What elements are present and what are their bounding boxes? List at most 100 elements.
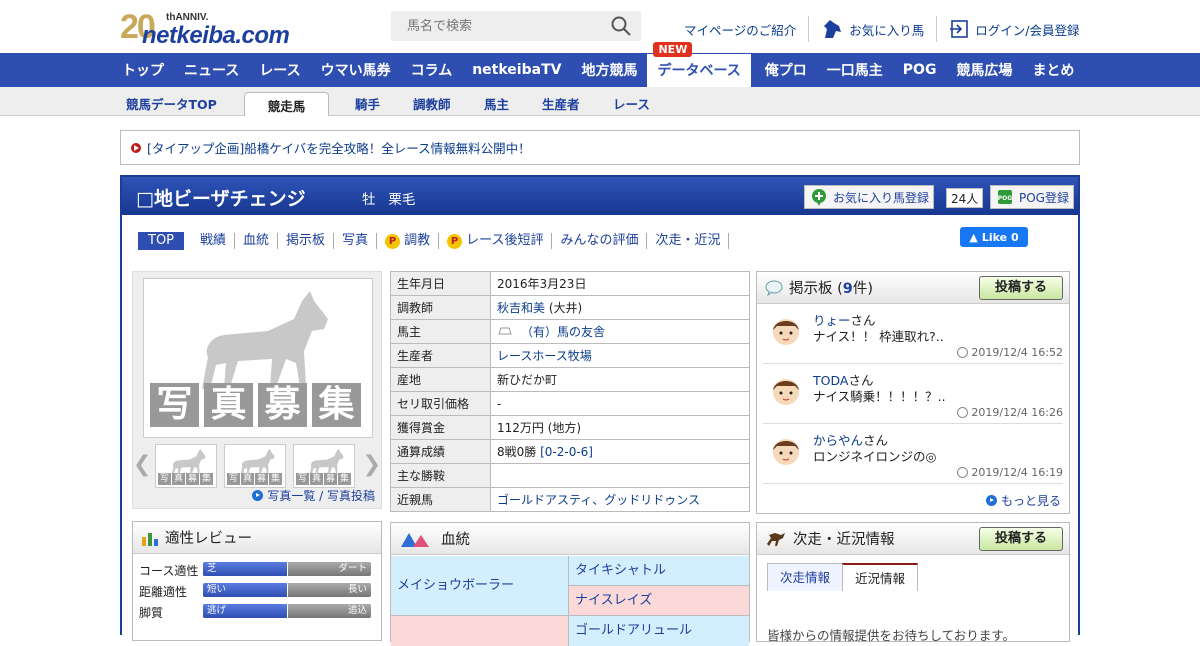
bbs-post-button[interactable]: 投稿する: [979, 276, 1063, 300]
profile-value: 秋吉和美 (大井): [490, 295, 750, 320]
tab-top[interactable]: TOP: [138, 232, 185, 250]
aptitude-bar-midline: [287, 604, 288, 618]
list-item[interactable]: TODAさん ナイス騎乗！！！！？.. 2019/12/4 16:26: [763, 364, 1063, 424]
play-icon: [252, 490, 264, 501]
table-row: 獲得賞金 112万円 (地方): [390, 415, 750, 440]
tab-results[interactable]: 戦績: [192, 233, 236, 249]
gnav-netkeiba-tv[interactable]: netkeibaTV: [472, 62, 561, 78]
favorite-count: 24人: [946, 188, 984, 208]
gnav-column[interactable]: コラム: [411, 60, 453, 80]
site-logo[interactable]: 20 thANNIV. netkeiba.com: [120, 8, 350, 49]
list-item[interactable]: りょーさん ナイス！！ 枠連取れ?.. 2019/12/4 16:52: [763, 304, 1063, 364]
table-row: 生年月日 2016年3月23日: [390, 271, 750, 296]
gnav-chiho-keiba[interactable]: 地方競馬: [581, 60, 637, 80]
pedigree-sire[interactable]: メイショウボーラー: [391, 556, 569, 616]
aptitude-left-label: 芝: [207, 563, 217, 574]
gnav-matome[interactable]: まとめ: [1032, 60, 1074, 80]
owner-link[interactable]: （有）馬の友舎: [521, 325, 605, 339]
notice-link[interactable]: [タイアップ企画]船橋ケイバを完全攻略！全レース情報無料公開中！: [147, 138, 531, 157]
tab-race-comment[interactable]: P レース後短評: [439, 233, 553, 249]
login-link[interactable]: ログイン/会員登録: [949, 19, 1080, 39]
pedigree-dam[interactable]: [391, 616, 569, 646]
breeder-link[interactable]: レースホース牧場: [497, 349, 592, 363]
photo-list-link[interactable]: 写真一覧 / 写真投稿: [252, 487, 375, 504]
subnav-data-top[interactable]: 競馬データTOP: [126, 94, 217, 113]
pedigree-dam-sire[interactable]: ゴールドアリュール: [569, 616, 749, 646]
subnav-jockey[interactable]: 騎手: [355, 94, 380, 113]
chevron-right-icon[interactable]: ❯: [363, 452, 381, 477]
tab-ratings[interactable]: みんなの評価: [552, 233, 648, 249]
photo-thumbnail[interactable]: 写真募集: [155, 444, 217, 488]
favorite-register-button[interactable]: お気に入り馬登録: [804, 185, 934, 209]
new-badge: NEW: [653, 41, 693, 57]
facebook-like-button[interactable]: ▲ Like 0: [960, 227, 1028, 247]
horse-detail: □地ビーザチェンジ 牡 栗毛 お気に入り馬登録 24人 POG POG登録 TO…: [120, 175, 1080, 646]
pedigree-sire-sire[interactable]: タイキシャトル: [569, 556, 749, 586]
pedigree-title: 血統: [441, 532, 470, 548]
subnav-trainer[interactable]: 調教師: [413, 94, 451, 113]
record-link[interactable]: [0-2-0-6]: [540, 445, 593, 459]
gnav-news[interactable]: ニュース: [184, 60, 239, 80]
thumb-char: 写: [158, 473, 171, 485]
next-race-header: 次走・近況情報 投稿する: [757, 523, 1069, 555]
tab-bbs[interactable]: 掲示板: [278, 233, 335, 249]
pedigree-sire-dam[interactable]: ナイスレイズ: [569, 586, 749, 616]
aptitude-bar: 芝 ダート: [203, 562, 371, 576]
subnav-horse[interactable]: 競走馬: [244, 92, 329, 116]
horse-title-bar: □地ビーザチェンジ 牡 栗毛 お気に入り馬登録 24人 POG POG登録: [122, 177, 1078, 215]
bbs-more-link[interactable]: もっと見る: [985, 492, 1061, 509]
tab-next-race-info[interactable]: 次走情報: [767, 563, 844, 591]
gnav-race[interactable]: レース: [259, 60, 300, 80]
profile-value: 新ひだか町: [490, 367, 750, 392]
relatives-link[interactable]: ゴールドアスティ、グッドリドゥンス: [497, 493, 700, 507]
horse-attributes: 牡 栗毛: [362, 188, 415, 208]
horse-photo-placeholder[interactable]: 写 真 募 集: [143, 278, 373, 438]
post-time-text: 2019/12/4 16:26: [971, 406, 1063, 419]
gnav-database[interactable]: NEW データベース: [647, 41, 751, 87]
horse-color: 栗毛: [388, 192, 416, 208]
chevron-left-icon[interactable]: ❮: [133, 452, 151, 477]
gnav-orepro[interactable]: 俺プロ: [765, 60, 807, 80]
photo-thumbnail[interactable]: 写真募集: [224, 444, 286, 488]
subnav-owner[interactable]: 馬主: [484, 94, 509, 113]
favorites-link[interactable]: お気に入り馬: [821, 18, 924, 40]
mypage-link[interactable]: マイページのご紹介: [684, 20, 796, 39]
search-box: [391, 11, 641, 41]
photo-panel: 写 真 募 集 ❮ 写真募集 写真募集 写真募集 ❯ 写真一覧 / 写真投稿: [132, 271, 382, 509]
tab-next-race[interactable]: 次走・近況: [647, 233, 730, 249]
table-row: セリ取引価格 -: [390, 391, 750, 416]
tab-pedigree[interactable]: 血統: [235, 233, 279, 249]
thumb-char: 募: [255, 473, 268, 485]
search-input[interactable]: [391, 11, 601, 41]
subnav-race[interactable]: レース: [613, 94, 650, 113]
review-label: コース適性: [139, 564, 199, 578]
table-row: 通算成績 8戦0勝 [0-2-0-6]: [390, 439, 750, 464]
bbs-panel: 掲示板 (9件) 投稿する りょーさん ナイス！！ 枠連取れ?.. 2019/1…: [756, 271, 1070, 514]
profile-key: 主な勝鞍: [390, 463, 491, 488]
profile-value-text: -: [497, 396, 502, 411]
gnav-keiba-hiroba[interactable]: 競馬広場: [956, 60, 1012, 80]
trainer-link[interactable]: 秋吉和美: [497, 301, 545, 315]
tab-photo[interactable]: 写真: [334, 233, 378, 249]
search-icon[interactable]: [611, 16, 631, 36]
gnav-umai-baken[interactable]: ウマい馬券: [321, 60, 391, 80]
favorite-register-label: お気に入り馬登録: [833, 190, 930, 205]
profile-key: 産地: [390, 367, 491, 392]
gnav-pog[interactable]: POG: [903, 62, 937, 78]
photo-wanted-char: 募: [258, 383, 307, 427]
profile-value: -: [490, 391, 750, 416]
list-item[interactable]: からやんさん ロンジネイロンジの◎ 2019/12/4 16:19: [763, 424, 1063, 484]
gnav-top[interactable]: トップ: [122, 60, 164, 80]
subnav-breeder[interactable]: 生産者: [542, 94, 580, 113]
next-race-post-button[interactable]: 投稿する: [979, 527, 1063, 551]
notice-banner[interactable]: [タイアップ企画]船橋ケイバを完全攻略！全レース情報無料公開中！: [120, 130, 1080, 165]
thumb-char: 集: [269, 473, 282, 485]
tab-recent-info[interactable]: 近況情報: [842, 563, 919, 591]
owner-silks-icon: [498, 327, 512, 335]
aptitude-bar-midline: [287, 562, 288, 576]
gnav-database-label: データベース: [657, 62, 741, 79]
photo-thumbnail[interactable]: 写真募集: [293, 444, 355, 488]
tab-training[interactable]: P 調教: [377, 233, 440, 249]
pog-register-button[interactable]: POG POG登録: [990, 185, 1074, 209]
gnav-hitokuchi[interactable]: 一口馬主: [827, 60, 883, 80]
